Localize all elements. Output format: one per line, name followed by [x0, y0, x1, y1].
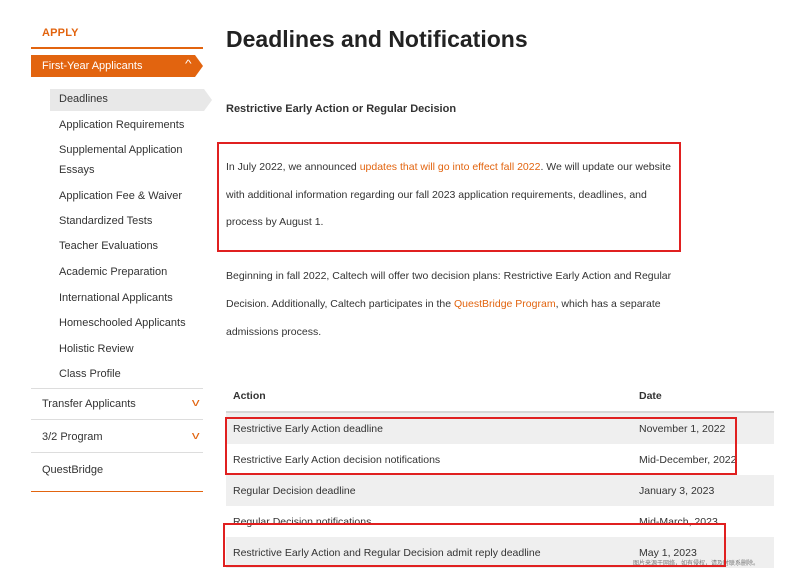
- sidebar-subitem-holistic-review[interactable]: Holistic Review: [59, 339, 199, 360]
- sidebar-item-3-2-program[interactable]: 3/2 Program v: [42, 430, 202, 443]
- section-subheading: Restrictive Early Action or Regular Deci…: [226, 103, 457, 115]
- sidebar-item-label: First-Year Applicants: [42, 60, 143, 72]
- sidebar-subitem-supplemental-application[interactable]: Supplemental Application: [59, 140, 199, 161]
- text-span: , which has a separate: [555, 298, 661, 310]
- date-cell: Mid-December, 2022: [639, 453, 737, 466]
- date-cell: Mid-March, 2023: [639, 515, 718, 528]
- sidebar-item-label: Transfer Applicants: [42, 398, 136, 410]
- sidebar-subitem-international-applicants[interactable]: International Applicants: [59, 288, 199, 309]
- sidebar-item-label: QuestBridge: [42, 464, 104, 476]
- text-span: Decision. Additionally, Caltech particip…: [226, 298, 455, 310]
- sidebar-subitem-standardized-tests[interactable]: Standardized Tests: [59, 211, 199, 232]
- sidebar-bottom-divider: [31, 491, 203, 492]
- action-cell: Restrictive Early Action and Regular Dec…: [233, 546, 541, 559]
- table-row: Restrictive Early Action decision notifi…: [226, 444, 774, 475]
- date-cell: May 1, 2023: [639, 546, 697, 559]
- table-row: Restrictive Early Action deadline Novemb…: [226, 413, 774, 444]
- date-cell: January 3, 2023: [639, 484, 715, 497]
- paragraph-line: In July 2022, we announced updates that …: [226, 161, 671, 173]
- action-cell: Regular Decision deadline: [233, 484, 356, 497]
- sidebar-item-label: 3/2 Program: [42, 431, 103, 443]
- sidebar-item-questbridge[interactable]: QuestBridge: [42, 464, 202, 476]
- chevron-down-icon: v: [191, 397, 200, 409]
- sidebar-subitem-class-profile[interactable]: Class Profile: [59, 364, 199, 385]
- text-span: In July 2022, we announced: [226, 161, 360, 173]
- paragraph-line: Beginning in fall 2022, Caltech will off…: [226, 270, 672, 282]
- chevron-down-icon: v: [191, 430, 200, 442]
- text-span: . We will update our website: [540, 161, 671, 173]
- paragraph-line: with additional information regarding ou…: [226, 189, 647, 201]
- date-cell: November 1, 2022: [639, 422, 726, 435]
- updates-link[interactable]: updates that will go into effect fall 20…: [360, 161, 541, 173]
- column-header-date: Date: [639, 390, 662, 402]
- sidebar-subitem-teacher-evaluations[interactable]: Teacher Evaluations: [59, 236, 199, 257]
- action-cell: Regular Decision notifications: [233, 515, 372, 528]
- chevron-up-icon: ^: [185, 59, 192, 70]
- watermark-text: 图片来源于网络，如有侵权，请及时联系删除。: [633, 561, 760, 567]
- paragraph-line: Decision. Additionally, Caltech particip…: [226, 298, 661, 310]
- sidebar-subitem-essays[interactable]: Essays: [59, 160, 199, 181]
- apply-divider: [31, 47, 203, 49]
- apply-label: APPLY: [42, 27, 79, 39]
- sidebar-item-first-year-applicants[interactable]: First-Year Applicants ^: [31, 55, 203, 77]
- column-header-action: Action: [233, 390, 266, 402]
- deadlines-table: Action Date Restrictive Early Action dea…: [226, 381, 774, 568]
- sidebar-subitem-academic-preparation[interactable]: Academic Preparation: [59, 262, 199, 283]
- sidebar-divider: [31, 452, 203, 453]
- table-row: Regular Decision notifications Mid-March…: [226, 506, 774, 537]
- sidebar-divider: [31, 419, 203, 420]
- page-title: Deadlines and Notifications: [226, 26, 528, 52]
- table-row: Regular Decision deadline January 3, 202…: [226, 475, 774, 506]
- paragraph-line: process by August 1.: [226, 216, 324, 228]
- sidebar-subitem-application-fee-waiver[interactable]: Application Fee & Waiver: [59, 186, 199, 207]
- table-header-row: Action Date: [226, 381, 774, 413]
- paragraph-line: admissions process.: [226, 326, 322, 338]
- sidebar-divider: [31, 388, 203, 389]
- action-cell: Restrictive Early Action deadline: [233, 422, 383, 435]
- sidebar-subitem-application-requirements[interactable]: Application Requirements: [59, 115, 199, 136]
- sidebar-subitem-deadlines[interactable]: Deadlines: [50, 89, 212, 111]
- questbridge-program-link[interactable]: QuestBridge Program: [454, 298, 556, 310]
- sidebar-item-transfer-applicants[interactable]: Transfer Applicants v: [42, 397, 202, 410]
- action-cell: Restrictive Early Action decision notifi…: [233, 453, 441, 466]
- sidebar-subitem-homeschooled-applicants[interactable]: Homeschooled Applicants: [59, 313, 199, 334]
